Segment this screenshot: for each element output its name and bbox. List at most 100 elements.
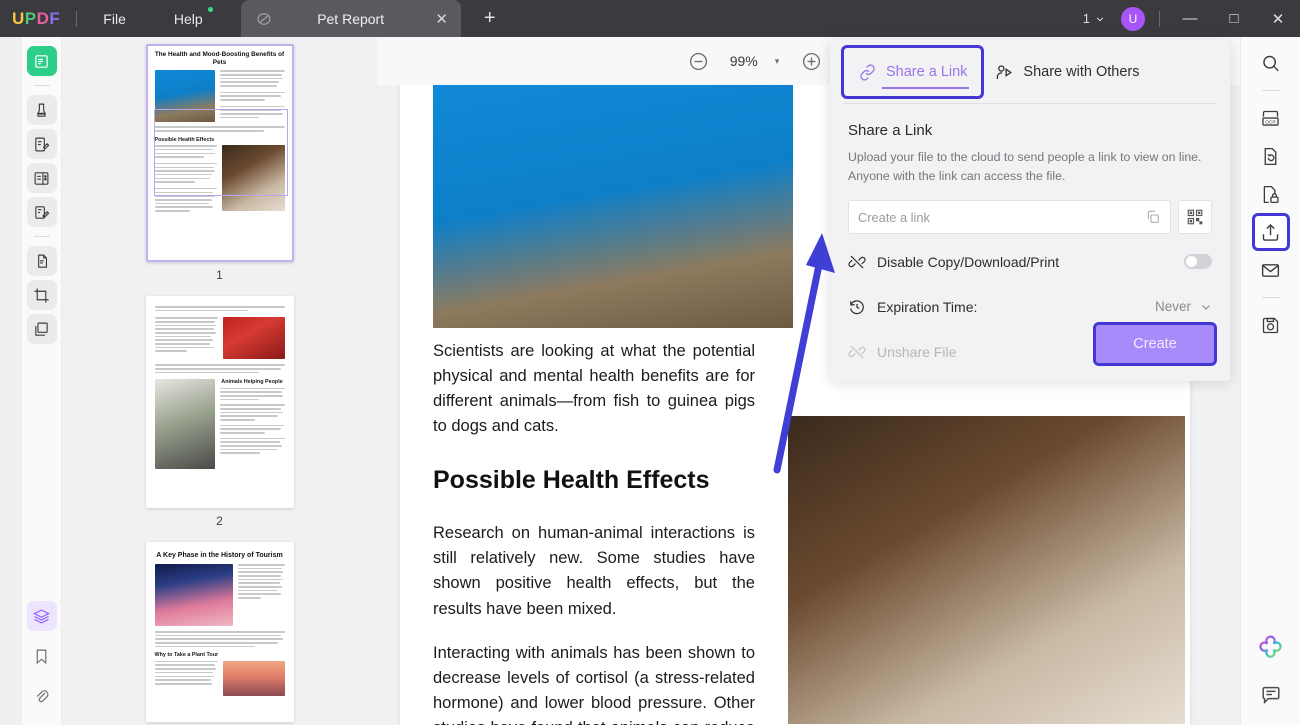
expiration-time-option[interactable]: Expiration Time: Never [848, 289, 1212, 324]
right-rail-bottom [1255, 631, 1287, 725]
share-panel-tabs: Share a Link Share with Others [830, 40, 1230, 104]
right-rail-divider-1 [1261, 90, 1280, 91]
protect-tool[interactable] [1255, 178, 1287, 210]
qr-code-button[interactable] [1178, 200, 1212, 235]
rail-divider-1 [33, 85, 50, 86]
cat-photo [433, 85, 793, 328]
thumbnail-page-1[interactable]: The Health and Mood-Boosting Benefits of… [145, 44, 294, 262]
rail-divider-2 [33, 236, 50, 237]
thumbnail-1-subheading: Possible Health Effects [154, 136, 215, 143]
expiration-time-value-group[interactable]: Never [1155, 299, 1212, 314]
link-broken-icon [848, 255, 866, 269]
convert-tool[interactable] [1255, 140, 1287, 172]
ai-assistant-tool[interactable] [1255, 631, 1287, 663]
disable-copy-label: Disable Copy/Download/Print [877, 253, 1060, 270]
close-tab-icon[interactable]: ✕ [429, 10, 455, 28]
attachment-tool[interactable] [27, 681, 57, 711]
logo-letter-u: U [12, 8, 25, 28]
updf-logo: UPDF [12, 9, 60, 29]
thumbnail-page-3[interactable]: A Key Phase in the History of Tourism Wh… [145, 542, 294, 722]
zoom-in-button[interactable] [793, 43, 829, 79]
thumbnail-item-2[interactable]: Animals Helping People 2 [62, 296, 377, 542]
email-tool[interactable] [1255, 254, 1287, 286]
organize-pages-tool[interactable] [26, 163, 57, 193]
zoom-level-value[interactable]: 99% [717, 53, 771, 69]
zoom-out-button[interactable] [681, 43, 717, 79]
title-bar: UPDF File Help Pet Report ✕ + 1 U — □ ✕ [0, 0, 1300, 37]
logo-letter-d: D [36, 8, 50, 28]
thumbnail-item-1[interactable]: The Health and Mood-Boosting Benefits of… [62, 44, 377, 296]
logo-letter-f: F [49, 8, 61, 28]
convert-icon [1264, 147, 1277, 165]
share-panel[interactable]: Share a Link Share with Others Share a L… [830, 40, 1230, 381]
reader-tool[interactable] [26, 46, 57, 76]
tab-share-a-link[interactable]: Share a Link [840, 45, 985, 99]
document-paragraph-2: Research on human-animal interactions is… [433, 524, 755, 618]
tab-share-with-others-label: Share with Others [1023, 64, 1140, 80]
minimize-button[interactable]: — [1168, 0, 1212, 37]
page-stack-icon [35, 322, 48, 336]
window-divider [1159, 10, 1160, 27]
thumbnail-panel[interactable]: The Health and Mood-Boosting Benefits of… [62, 37, 377, 725]
ocr-tool[interactable]: OCR [1255, 102, 1287, 134]
thumbnail-1-title: The Health and Mood-Boosting Benefits of… [154, 51, 285, 67]
zoom-dropdown-icon[interactable]: ▾ [771, 56, 794, 67]
dog-photo [788, 416, 1185, 724]
convert-pdf-tool[interactable] [26, 246, 57, 276]
link-icon [860, 63, 875, 81]
highlighter-icon [37, 103, 46, 117]
comment-tool[interactable] [1255, 679, 1287, 711]
unshare-link-icon [848, 345, 866, 359]
maximize-button[interactable]: □ [1212, 0, 1256, 37]
thumbnail-3-title: A Key Phase in the History of Tourism [156, 552, 283, 559]
comment-icon [1261, 686, 1280, 705]
annotate-tool[interactable] [26, 197, 57, 227]
bookmark-icon [36, 649, 47, 664]
right-rail-divider-2 [1261, 297, 1280, 298]
save-icon [1262, 317, 1279, 333]
svg-text:OCR: OCR [1265, 119, 1276, 125]
copy-icon[interactable] [1145, 209, 1161, 225]
document-paragraph-1: Scientists are looking at what the poten… [433, 342, 755, 436]
create-link-placeholder: Create a link [858, 209, 930, 225]
menu-help[interactable]: Help [164, 6, 213, 31]
new-tab-button[interactable]: + [479, 7, 501, 30]
bookmark-tool[interactable] [27, 641, 57, 671]
organize-pages-icon [34, 171, 49, 185]
tab-share-with-others[interactable]: Share with Others [981, 48, 1153, 96]
highlighter-tool[interactable] [26, 95, 57, 125]
search-icon [1263, 55, 1279, 71]
create-button[interactable]: Create [1093, 322, 1217, 366]
convert-pdf-icon [38, 254, 48, 268]
close-button[interactable]: ✕ [1256, 0, 1300, 37]
search-tool[interactable] [1255, 47, 1287, 79]
share-section-title: Share a Link [848, 122, 933, 139]
document-tab[interactable]: Pet Report ✕ [240, 0, 461, 37]
menu-file[interactable]: File [93, 7, 136, 31]
share-people-icon [997, 64, 1013, 79]
history-clock-icon [850, 300, 864, 315]
layers-tool[interactable] [26, 601, 57, 631]
create-button-wrap: Create [1093, 322, 1217, 366]
document-paragraph-3: Interacting with animals has been shown … [433, 643, 755, 725]
avatar[interactable]: U [1121, 6, 1145, 31]
page-tool[interactable] [26, 314, 57, 344]
thumbnail-page-2[interactable]: Animals Helping People [145, 296, 294, 508]
thumbnail-2-subheading: Animals Helping People [221, 379, 283, 386]
disable-copy-toggle[interactable] [1184, 254, 1212, 270]
thumbnail-item-3[interactable]: A Key Phase in the History of Tourism Wh… [62, 542, 377, 725]
create-link-input[interactable]: Create a link [848, 200, 1171, 235]
document-slash-icon [257, 12, 271, 25]
left-tool-rail [22, 37, 62, 725]
save-tool[interactable] [1255, 309, 1287, 341]
edit-pdf-tool[interactable] [26, 129, 57, 159]
paperclip-icon [36, 689, 49, 702]
crop-tool[interactable] [26, 280, 57, 310]
disable-copy-option[interactable]: Disable Copy/Download/Print [848, 244, 1212, 279]
menu-help-label: Help [173, 10, 203, 27]
logo-letter-p: P [24, 8, 37, 28]
left-rail-bottom [26, 601, 57, 725]
share-tool[interactable] [1251, 213, 1290, 251]
share-upload-icon [1262, 223, 1279, 241]
page-count-selector[interactable]: 1 [1073, 11, 1115, 26]
